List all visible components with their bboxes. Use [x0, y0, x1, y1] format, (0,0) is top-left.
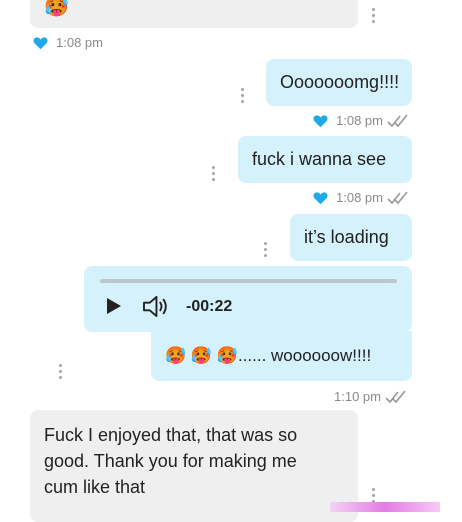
message-menu-icon[interactable] — [59, 364, 63, 379]
message-menu-icon[interactable] — [241, 88, 245, 103]
message-menu-icon[interactable] — [264, 242, 268, 257]
incoming-message-bubble[interactable]: Fuck I enjoyed that, that was so good. T… — [30, 410, 358, 522]
message-text: Ooooooomg!!!! — [280, 72, 400, 92]
voice-note-bubble[interactable]: -00:22 — [84, 266, 412, 332]
outgoing-message-bubble[interactable]: 🥵 🥵 🥵...... woooooow!!!! — [151, 331, 412, 381]
double-check-icon — [385, 389, 406, 403]
double-check-icon — [387, 190, 408, 204]
message-menu-icon[interactable] — [212, 166, 216, 181]
message-meta: 1:10 pm — [334, 389, 407, 404]
message-menu-icon[interactable] — [372, 488, 376, 503]
timestamp: 1:10 pm — [334, 389, 381, 404]
message-text: fuck i wanna see — [252, 149, 387, 169]
decorative-sticker-edge — [330, 502, 440, 512]
timestamp: 1:08 pm — [56, 35, 103, 50]
timestamp: 1:08 pm — [336, 113, 383, 128]
speaker-icon[interactable] — [142, 295, 169, 318]
message-meta: 1:08 pm — [33, 35, 103, 50]
message-text: Fuck I enjoyed that, that was so good. T… — [44, 425, 298, 497]
outgoing-message-bubble[interactable]: Ooooooomg!!!! — [266, 59, 412, 106]
message-meta: 1:08 pm — [313, 113, 409, 128]
heart-icon — [33, 36, 48, 49]
heart-icon — [313, 114, 328, 127]
play-icon[interactable] — [107, 298, 121, 314]
message-menu-icon[interactable] — [372, 8, 376, 23]
incoming-message-bubble[interactable]: 🥵 — [30, 0, 358, 28]
message-text: it’s loading — [304, 227, 389, 247]
voice-note-progress-track[interactable] — [100, 279, 397, 283]
outgoing-message-bubble[interactable]: it’s loading — [290, 214, 412, 261]
message-text: 🥵 — [44, 0, 69, 18]
message-meta: 1:08 pm — [313, 190, 409, 205]
outgoing-message-bubble[interactable]: fuck i wanna see — [238, 136, 412, 183]
timestamp: 1:08 pm — [336, 190, 383, 205]
voice-note-duration: -00:22 — [186, 298, 233, 315]
double-check-icon — [387, 113, 408, 127]
heart-icon — [313, 191, 328, 204]
message-text: 🥵 🥵 🥵...... woooooow!!!! — [165, 346, 372, 365]
